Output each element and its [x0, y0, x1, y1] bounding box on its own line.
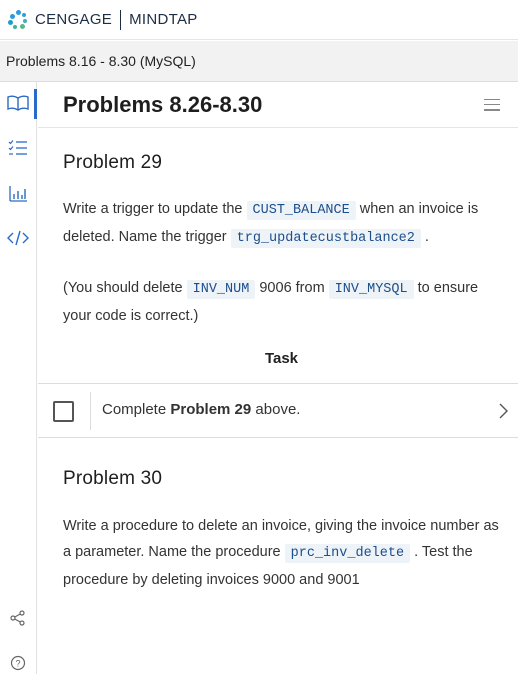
code-icon [7, 230, 29, 246]
title-row: Problems 8.26-8.30 [38, 82, 518, 128]
left-rail: ? [0, 82, 37, 674]
task-row[interactable]: Complete Problem 29 above. [38, 383, 518, 438]
brand-mindtap: MINDTAP [129, 11, 198, 28]
menu-icon[interactable] [484, 98, 500, 111]
share-icon [10, 610, 25, 626]
problem-29-instructions: Write a trigger to update the CUST_BALAN… [63, 201, 479, 248]
problem-30-section: Problem 30 Write a procedure to delete a… [38, 468, 518, 593]
rail-item-reader[interactable] [0, 85, 37, 121]
task-text: Complete Problem 29 above. [102, 401, 301, 418]
problem-29-note: (You should delete INV_NUM 9006 from INV… [63, 280, 479, 324]
cengage-logo-icon [8, 9, 28, 30]
svg-text:?: ? [15, 659, 20, 669]
list-check-icon [8, 140, 27, 155]
rail-item-progress[interactable] [0, 175, 36, 211]
problem-30-instructions: Write a procedure to delete an invoice, … [63, 518, 499, 588]
brand-divider [120, 9, 122, 30]
rail-item-code[interactable] [0, 220, 36, 256]
help-icon: ? [10, 655, 26, 671]
problem-29-section: Problem 29 Write a trigger to update the… [38, 152, 518, 372]
task-label: Task [264, 350, 299, 367]
problem-30-heading: Problem 30 [63, 468, 163, 489]
code-inv-mysql: INV_MYSQL [328, 280, 414, 299]
brand-bar: CENGAGE MINDTAP [0, 0, 518, 40]
code-trigger-name: trg_updatecustbalance2 [230, 229, 421, 248]
page-title: Problems 8.26-8.30 [63, 91, 263, 117]
chevron-right-icon[interactable] [498, 403, 508, 419]
code-inv-num: INV_NUM [186, 280, 256, 299]
code-procedure-name: prc_inv_delete [284, 544, 411, 563]
code-cust-balance: CUST_BALANCE [246, 201, 356, 220]
rail-item-checklist[interactable] [0, 130, 36, 166]
rail-item-help[interactable]: ? [0, 645, 36, 674]
breadcrumb-label: Problems 8.16 - 8.30 (MySQL) [6, 53, 196, 69]
bar-chart-icon [9, 186, 27, 202]
problem-29-heading: Problem 29 [63, 152, 163, 173]
task-checkbox[interactable] [53, 401, 74, 422]
task-divider [90, 392, 91, 430]
brand-cengage: CENGAGE [35, 11, 113, 28]
book-icon [7, 95, 29, 111]
rail-item-share[interactable] [0, 600, 36, 636]
main-content: Problems 8.26-8.30 Problem 29 Write a tr… [38, 82, 518, 674]
breadcrumb: Problems 8.16 - 8.30 (MySQL) [0, 41, 518, 82]
